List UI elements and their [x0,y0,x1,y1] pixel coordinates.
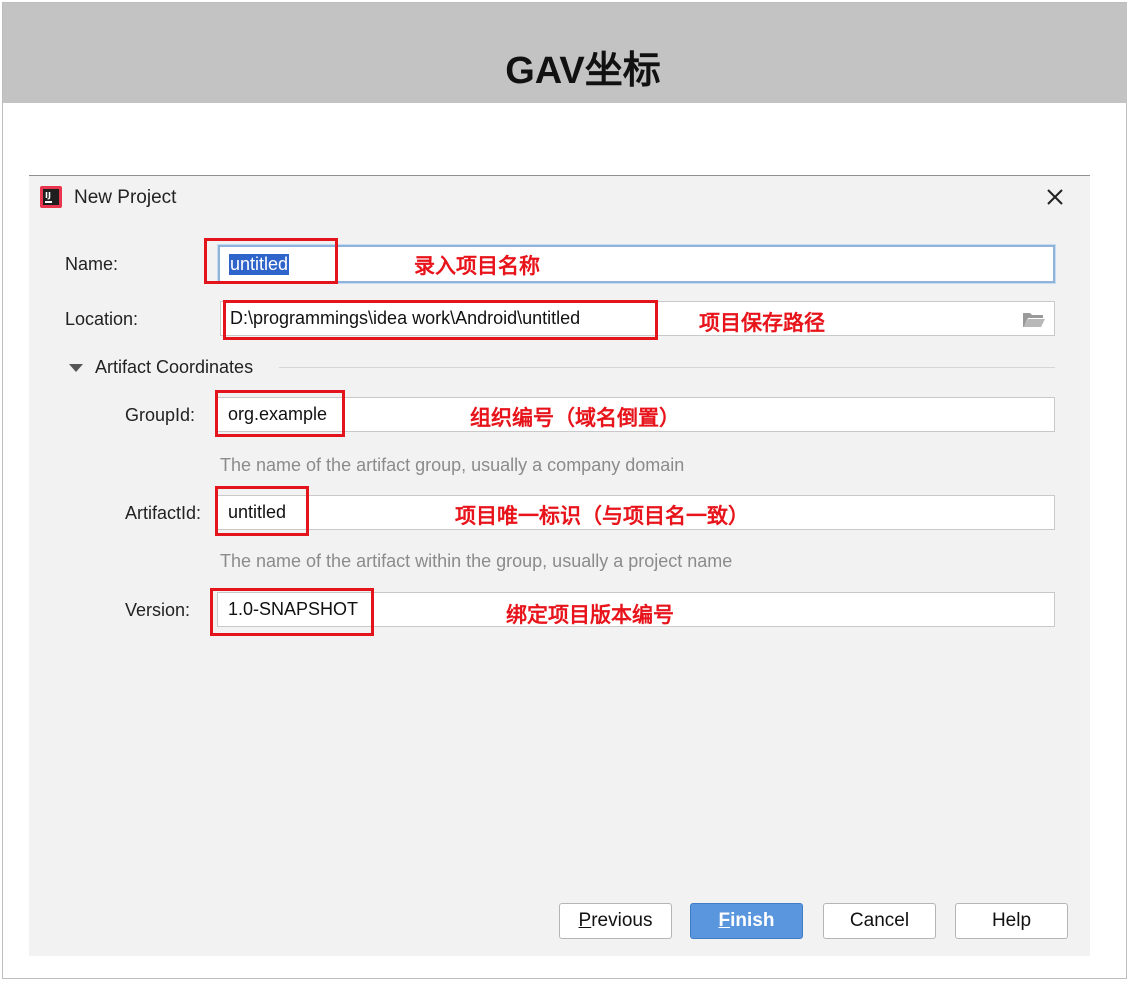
version-highlight-box [210,588,374,636]
groupid-label: GroupId: [125,405,196,425]
finish-mnemonic: F [718,910,731,931]
close-icon[interactable] [1042,184,1068,210]
location-label: Location: [65,309,139,329]
groupid-hint: The name of the artifact group, usually … [220,455,685,475]
svg-text:IJ: IJ [45,191,51,200]
name-annotation: 录入项目名称 [414,255,540,278]
artifactid-label: ArtifactId: [125,503,202,523]
artifact-coordinates-toggle[interactable]: Artifact Coordinates [95,357,253,378]
artifactid-annotation: 项目唯一标识（与项目名一致） [455,505,749,528]
section-divider [279,367,1055,368]
location-highlight-box [223,300,658,340]
dialog-titlebar: IJ New Project [29,176,1090,220]
version-label: Version: [125,600,191,620]
artifactid-hint: The name of the artifact within the grou… [220,551,733,571]
dialog-title: New Project [74,187,177,208]
caret-down-icon[interactable] [69,364,83,372]
artifactid-highlight-box [215,486,309,536]
new-project-dialog: IJ New Project Name: untitled Location: … [29,175,1090,956]
groupid-highlight-box [215,390,345,437]
groupid-annotation: 组织编号（域名倒置） [470,407,680,430]
finish-label: inish [730,910,775,931]
name-highlight-box [204,238,338,284]
name-field[interactable]: untitled [218,245,1055,283]
help-button[interactable]: Help [955,903,1068,939]
previous-button[interactable]: Previous [559,903,672,939]
finish-button[interactable]: Finish [690,903,803,939]
version-annotation: 绑定项目版本编号 [506,604,674,627]
cancel-button[interactable]: Cancel [823,903,936,939]
folder-open-icon[interactable] [1022,310,1046,328]
previous-mnemonic: P [578,910,592,931]
banner: GAV坐标 [3,3,1127,103]
name-label: Name: [65,254,119,274]
location-annotation: 项目保存路径 [699,312,825,335]
previous-label: revious [591,910,653,931]
intellij-idea-icon: IJ [40,186,62,208]
banner-title: GAV坐标 [505,50,661,92]
